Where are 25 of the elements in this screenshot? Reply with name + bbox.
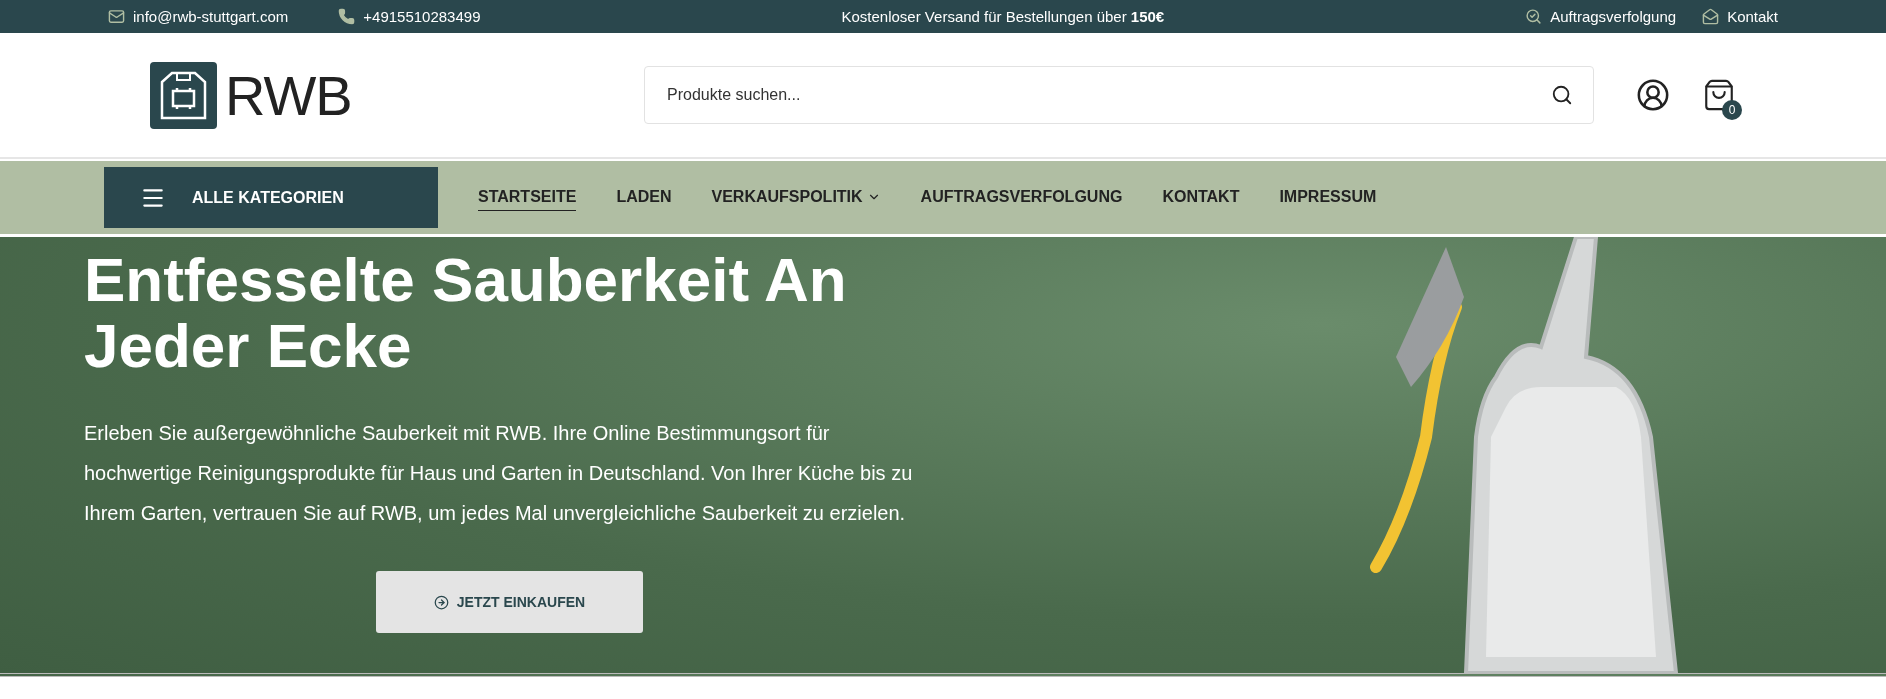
- logo-text: RWB: [225, 62, 352, 128]
- cart-count-badge: 0: [1722, 100, 1742, 120]
- nav-link[interactable]: KONTAKT: [1162, 184, 1240, 211]
- phone-icon: [338, 8, 356, 25]
- shop-now-button[interactable]: JETZT EINKAUFEN: [376, 571, 643, 633]
- nav-link[interactable]: AUFTRAGSVERFOLGUNG: [920, 184, 1123, 211]
- nav-link[interactable]: VERKAUFSPOLITIK: [711, 184, 881, 211]
- email-link[interactable]: info@rwb-stuttgart.com: [133, 8, 289, 25]
- search-icon[interactable]: [1551, 84, 1573, 106]
- user-icon[interactable]: [1636, 78, 1670, 112]
- nav-link[interactable]: IMPRESSUM: [1279, 184, 1377, 211]
- hero-title: Entfesselte Sauberkeit An Jeder Ecke: [84, 247, 848, 379]
- nav-link[interactable]: LADEN: [616, 184, 672, 211]
- mail-icon: [108, 8, 125, 25]
- mail-icon: [1702, 8, 1720, 25]
- top-link[interactable]: Auftragsverfolgung: [1550, 8, 1677, 25]
- shipping-notice: Kostenloser Versand für Bestellungen über 150€: [841, 8, 1165, 25]
- logo-icon: [150, 61, 217, 129]
- bag-icon[interactable]: [1702, 78, 1736, 112]
- top-link[interactable]: Kontakt: [1727, 8, 1778, 25]
- all-categories-button[interactable]: ALLE KATEGORIEN: [104, 167, 438, 228]
- hero-text: Erleben Sie außergewöhnliche Sauberkeit mit RWB. Ihre Online Bestimmungsort für hochwertige Reinigungsprodukte für Haus und Garten in Deutschland. Von Ihrer Küche bis zu Ihrem Garten, vertrauen Sie auf RWB, um jedes Mal unvergleichliche Sauberkeit zu erzielen.: [84, 421, 914, 526]
- nav-link[interactable]: STARTSEITE: [478, 184, 577, 211]
- phone-link[interactable]: +4915510283499: [363, 8, 481, 25]
- search-bar[interactable]: Produkte suchen...: [644, 66, 1594, 124]
